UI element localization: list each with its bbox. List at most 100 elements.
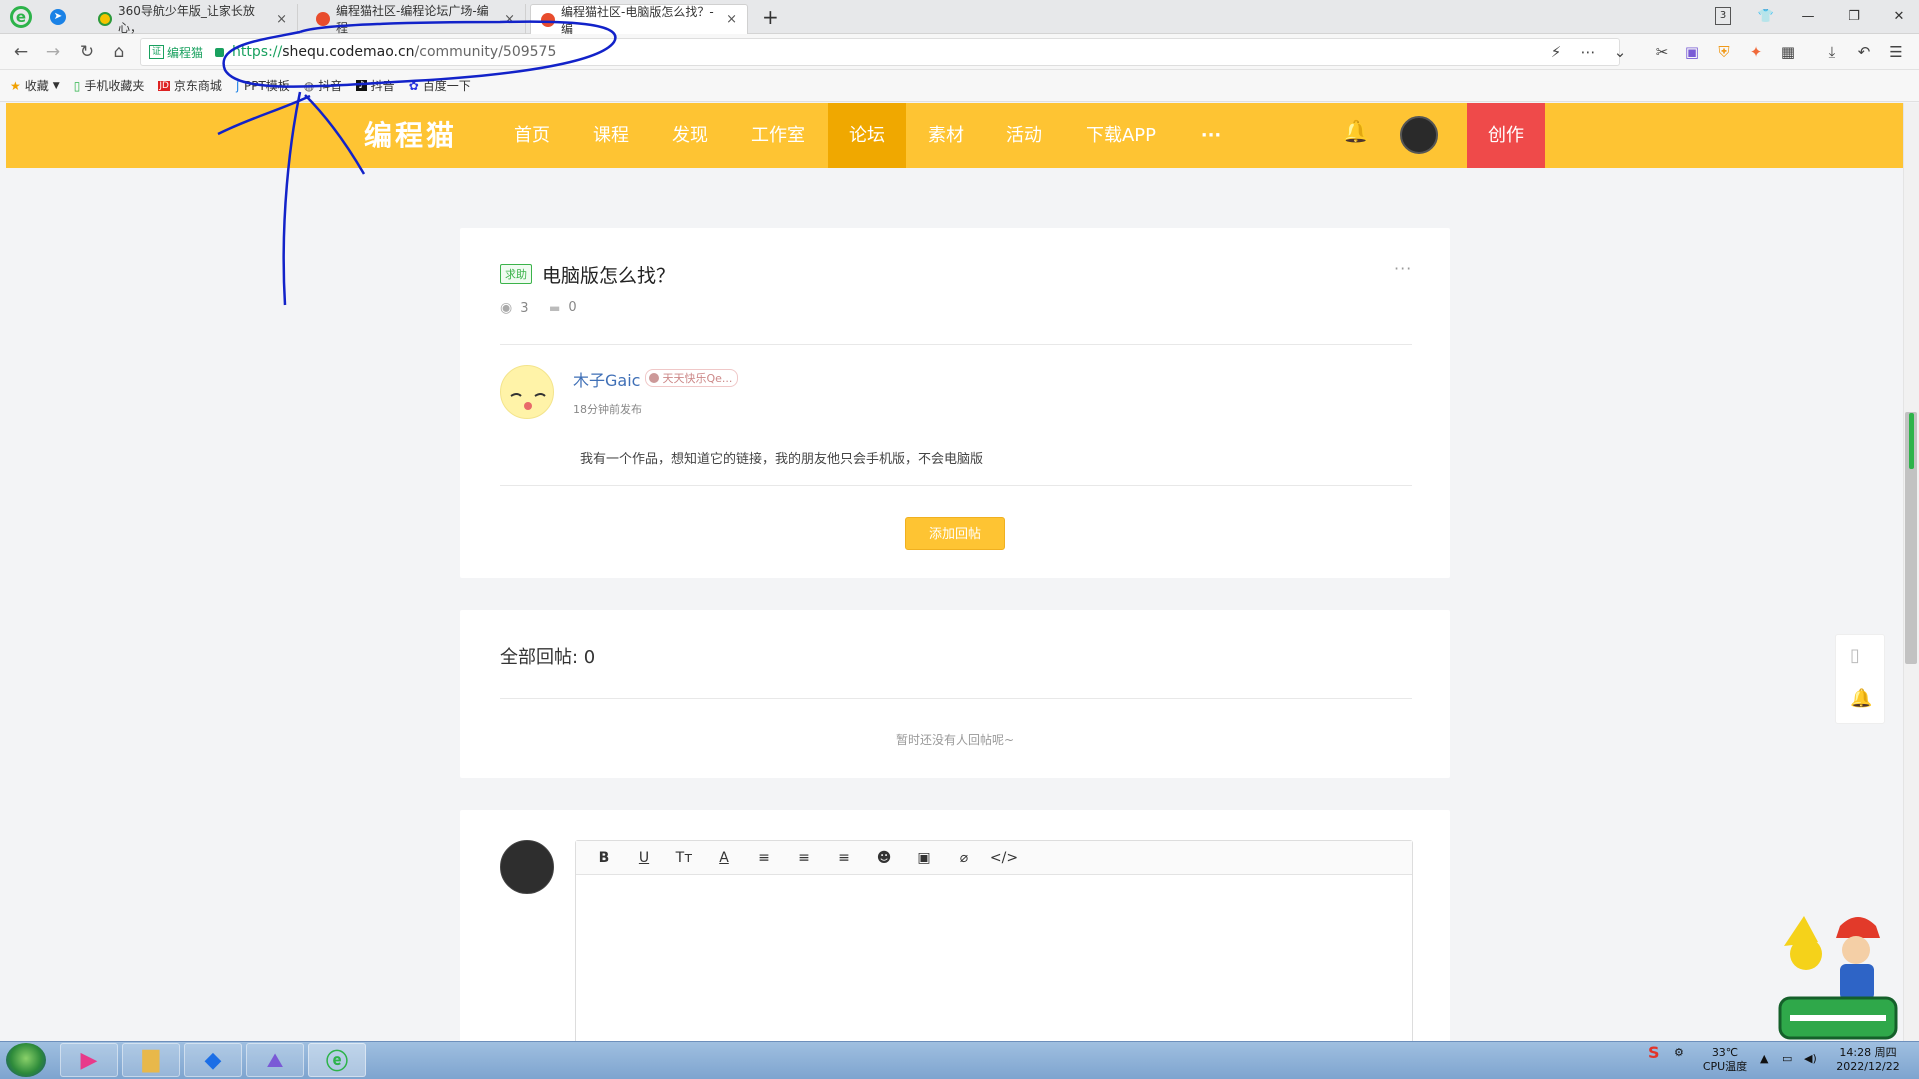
shield-icon[interactable]: ⛨ [1712,40,1736,64]
emoji-cat-icon[interactable]: ☻ [864,850,904,866]
close-tab-icon[interactable]: × [276,12,287,27]
clock[interactable]: 14:28 周四 2022/12/22 [1830,1046,1906,1074]
tiktok-icon: ♪ [356,80,367,91]
tray-expand-icon[interactable]: ▲ [1760,1052,1768,1066]
underline-icon[interactable]: U [624,850,664,866]
download-icon[interactable]: ⤓ [1820,40,1844,64]
jd-icon: JD [158,80,170,91]
desktop-pet-mascot[interactable] [1776,906,1900,1042]
bookmark-douyin-2[interactable]: ♪ 抖音 [356,77,395,94]
mobile-icon[interactable]: ▯ [1850,645,1860,666]
font-size-icon[interactable]: Tт [664,850,704,866]
sogou-icon[interactable]: S [1648,1045,1660,1061]
author-name[interactable]: 木子Gaic [573,367,640,391]
add-reply-button[interactable]: 添加回帖 [905,517,1005,550]
volume-icon[interactable]: ◀) [1804,1052,1817,1066]
taskbar-youku[interactable]: ▶ [60,1043,118,1077]
url-scheme: https:// [232,44,283,60]
tab-360-nav[interactable]: 360导航少年版_让家长放心， × [88,4,298,35]
home-icon[interactable]: ⌂ [106,40,132,64]
tab-codemao-forum[interactable]: 编程猫社区-编程论坛广场-编程 × [306,4,526,35]
author-avatar[interactable] [500,365,554,419]
nav-courses[interactable]: 课程 [580,103,642,168]
align-left-icon[interactable]: ≡ [744,850,784,866]
lock-icon[interactable] [215,47,225,57]
network-icon[interactable]: ▭ [1782,1052,1792,1066]
align-center-icon[interactable]: ≡ [784,850,824,866]
site-verified-badge[interactable]: 证 编程猫 [149,44,203,61]
forward-icon[interactable]: → [40,40,66,64]
attachment-icon[interactable]: ⌀ [944,850,984,866]
divider [500,485,1412,486]
nav-forum[interactable]: 论坛 [828,103,906,168]
bell-outline-icon[interactable]: 🔔 [1850,688,1872,709]
image-icon[interactable]: ▣ [904,850,944,866]
url-bar[interactable]: 证 编程猫 https://shequ.codemao.cn/community… [140,38,1620,66]
font-color-icon[interactable]: A [704,850,744,866]
bookmark-label: 抖音 [370,79,395,93]
play-app-icon: ◆ [204,1047,222,1073]
bookmark-favorites[interactable]: ★ 收藏 ▼ [10,77,60,94]
apps-grid-icon[interactable]: ▦ [1776,40,1800,64]
site-logo[interactable]: 编程猫 [364,114,457,154]
user-avatar[interactable] [1400,116,1438,154]
nav-discover[interactable]: 发现 [659,103,721,168]
tray-settings-icon[interactable]: ⚙ [1674,1046,1684,1060]
nav-studio[interactable]: 工作室 [738,103,818,168]
code-icon[interactable]: </> [984,850,1024,866]
game-icon[interactable]: ✦ [1744,40,1768,64]
bookmark-ppt[interactable]: ʃ PPT模板 [236,77,290,94]
view-count: ◉ 3 [500,300,529,316]
reply-editor[interactable]: B U Tт A ≡ ≡ ≡ ☻ ▣ ⌀ </> [575,840,1413,1055]
codemao-icon [316,12,330,26]
clock-date: 2022/12/22 [1836,1060,1900,1073]
taskbar-app-blue[interactable]: ◆ [184,1043,242,1077]
tab-count-badge[interactable]: 3 [1715,7,1731,25]
start-button[interactable] [6,1043,46,1077]
bookmark-baidu[interactable]: ✿ 百度一下 [409,77,471,94]
post-more-button[interactable]: ··· [1394,259,1412,278]
browser-icon: ⓔ [325,1050,348,1075]
create-button[interactable]: 创作 [1467,103,1545,168]
nav-materials[interactable]: 素材 [915,103,977,168]
nav-home[interactable]: 首页 [501,103,563,168]
lightning-icon[interactable]: ⚡ [1544,40,1568,64]
taskbar-explorer[interactable]: ▇ [122,1043,180,1077]
star-icon: ★ [10,78,21,93]
close-window-button[interactable]: ✕ [1888,6,1910,28]
nav-download-app[interactable]: 下载APP [1078,103,1164,168]
cpu-temperature: 33℃ CPU温度 [1695,1046,1755,1074]
bookmark-jd[interactable]: JD 京东商城 [158,77,222,94]
scissors-icon[interactable]: ✂ [1650,40,1674,64]
tab-title: 编程猫社区-编程论坛广场-编程 [336,4,489,35]
chevron-down-icon[interactable]: ⌄ [1608,40,1632,64]
telegram-icon[interactable]: ➤ [50,9,66,25]
editor-toolbar: B U Tт A ≡ ≡ ≡ ☻ ▣ ⌀ </> [576,841,1412,875]
nav-events[interactable]: 活动 [993,103,1055,168]
align-right-icon[interactable]: ≡ [824,850,864,866]
undo-icon[interactable]: ↶ [1852,40,1876,64]
translate-icon[interactable]: ▣ [1680,40,1704,64]
author-badge[interactable]: 天天快乐Qe... [645,369,739,387]
bookmark-douyin-1[interactable]: ◍ 抖音 [304,77,343,94]
more-icon[interactable]: ⋯ [1576,40,1600,64]
menu-icon[interactable]: ☰ [1884,40,1908,64]
refresh-icon[interactable]: ↻ [74,40,100,64]
close-tab-icon[interactable]: × [726,12,737,27]
browser-logo-icon[interactable]: e [10,6,32,28]
temp-value: 33℃ [1711,1046,1739,1059]
taskbar-browser[interactable]: ⓔ [308,1043,366,1077]
close-tab-icon[interactable]: × [504,12,515,27]
nav-more[interactable]: ··· [1190,103,1232,168]
taskbar-photos[interactable]: ⛰ [246,1043,304,1077]
skin-icon[interactable]: 👕 [1755,6,1777,28]
bookmark-mobile[interactable]: ▯ 手机收藏夹 [74,77,145,94]
minimize-button[interactable]: — [1797,6,1819,28]
bold-icon[interactable]: B [584,850,624,866]
bell-icon[interactable]: 🔔 [1342,120,1369,145]
post-body: 我有一个作品，想知道它的链接，我的朋友他只会手机版，不会电脑版 [580,452,984,467]
new-tab-button[interactable]: + [762,5,779,29]
back-icon[interactable]: ← [8,40,34,64]
restore-button[interactable]: ❐ [1843,6,1865,28]
tab-codemao-post[interactable]: 编程猫社区-电脑版怎么找？-编 × [530,4,748,36]
